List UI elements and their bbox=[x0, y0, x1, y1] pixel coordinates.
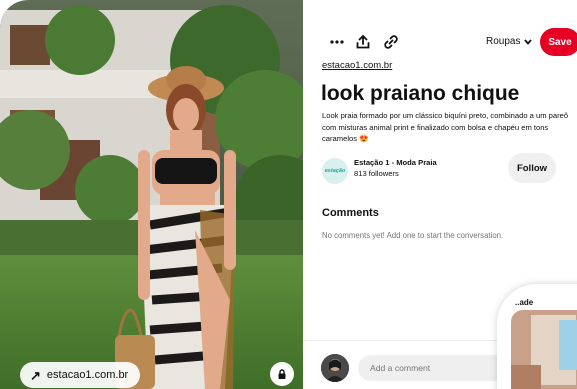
arrow-up-right-icon: ↗ bbox=[30, 367, 41, 383]
user-avatar-photo bbox=[321, 354, 349, 382]
related-pin-preview[interactable]: ..ade bbox=[497, 284, 577, 389]
comments-heading[interactable]: Comments bbox=[322, 207, 379, 219]
share-upload-icon bbox=[356, 35, 370, 49]
creator-avatar[interactable]: estação bbox=[322, 158, 348, 184]
copy-link-button[interactable] bbox=[381, 32, 401, 52]
preview-label: ..ade bbox=[515, 298, 534, 307]
lock-button[interactable] bbox=[270, 362, 294, 386]
pin-closeup-card: ↗ estacao1.com.br Roupas Save estacao1.c… bbox=[0, 0, 577, 389]
board-label: Roupas bbox=[486, 36, 521, 47]
more-options-button[interactable] bbox=[327, 32, 347, 52]
user-avatar[interactable] bbox=[321, 354, 349, 382]
board-selector[interactable]: Roupas bbox=[486, 36, 533, 47]
pin-toolbar: Roupas Save bbox=[303, 28, 577, 58]
follow-button[interactable]: Follow bbox=[508, 153, 556, 183]
link-icon bbox=[384, 35, 398, 49]
comment-input[interactable] bbox=[358, 355, 508, 381]
creator-followers: 813 followers bbox=[354, 169, 399, 178]
pin-image[interactable]: ↗ estacao1.com.br bbox=[0, 0, 303, 389]
lock-icon bbox=[278, 369, 286, 379]
creator-name[interactable]: Estação 1 - Moda Praia bbox=[354, 158, 437, 167]
save-button[interactable]: Save bbox=[540, 28, 577, 56]
share-button[interactable] bbox=[353, 32, 373, 52]
comments-empty-text: No comments yet! Add one to start the co… bbox=[322, 231, 504, 240]
source-link-chip[interactable]: ↗ estacao1.com.br bbox=[20, 362, 141, 388]
source-chip-label: estacao1.com.br bbox=[46, 369, 129, 381]
more-dots-icon bbox=[330, 40, 344, 44]
pin-title: look praiano chique bbox=[321, 82, 520, 105]
pin-photo bbox=[0, 0, 303, 389]
chevron-down-icon bbox=[524, 38, 533, 45]
preview-image bbox=[511, 310, 577, 389]
source-link[interactable]: estacao1.com.br bbox=[322, 60, 392, 71]
pin-description: Look praia formado por um clássico biquí… bbox=[322, 111, 569, 143]
